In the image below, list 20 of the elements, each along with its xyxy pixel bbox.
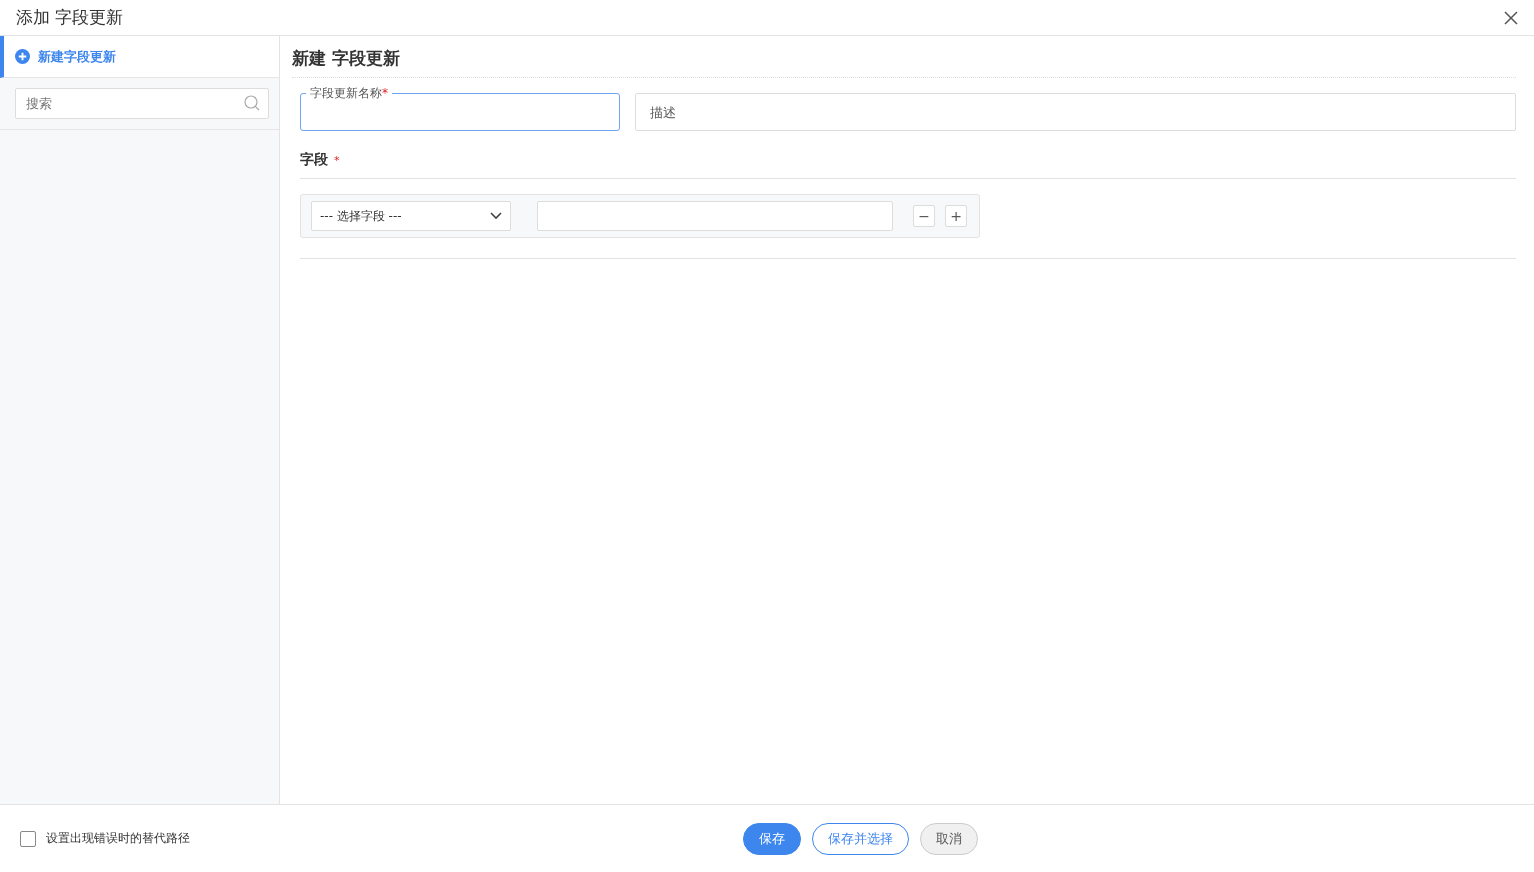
window-title: 添加 字段更新 <box>16 6 124 29</box>
description-field[interactable]: 描述 <box>635 93 1516 131</box>
save-button[interactable]: 保存 <box>743 822 801 855</box>
required-mark: * <box>334 153 340 167</box>
close-icon[interactable] <box>1504 10 1518 25</box>
remove-button[interactable]: − <box>913 205 935 227</box>
add-button[interactable]: + <box>945 205 967 227</box>
search-field[interactable]: 搜索 <box>15 88 269 119</box>
field-select[interactable]: --- 选择字段 --- <box>311 201 511 231</box>
save-and-select-button[interactable]: 保存并选择 <box>812 822 909 855</box>
value-field[interactable] <box>537 201 893 231</box>
search-icon <box>244 95 260 111</box>
chevron-down-icon <box>490 212 502 220</box>
cancel-button[interactable]: 取消 <box>920 822 978 855</box>
checkbox[interactable] <box>20 830 36 847</box>
section-label: 字段 <box>300 151 328 169</box>
form-heading: 新建 字段更新 <box>292 36 1516 78</box>
plus-circle-icon <box>15 49 30 64</box>
sidebar-item[interactable]: 新建字段更新 <box>0 36 279 78</box>
checkbox-label: 设置出现错误时的替代路径 <box>46 830 190 847</box>
